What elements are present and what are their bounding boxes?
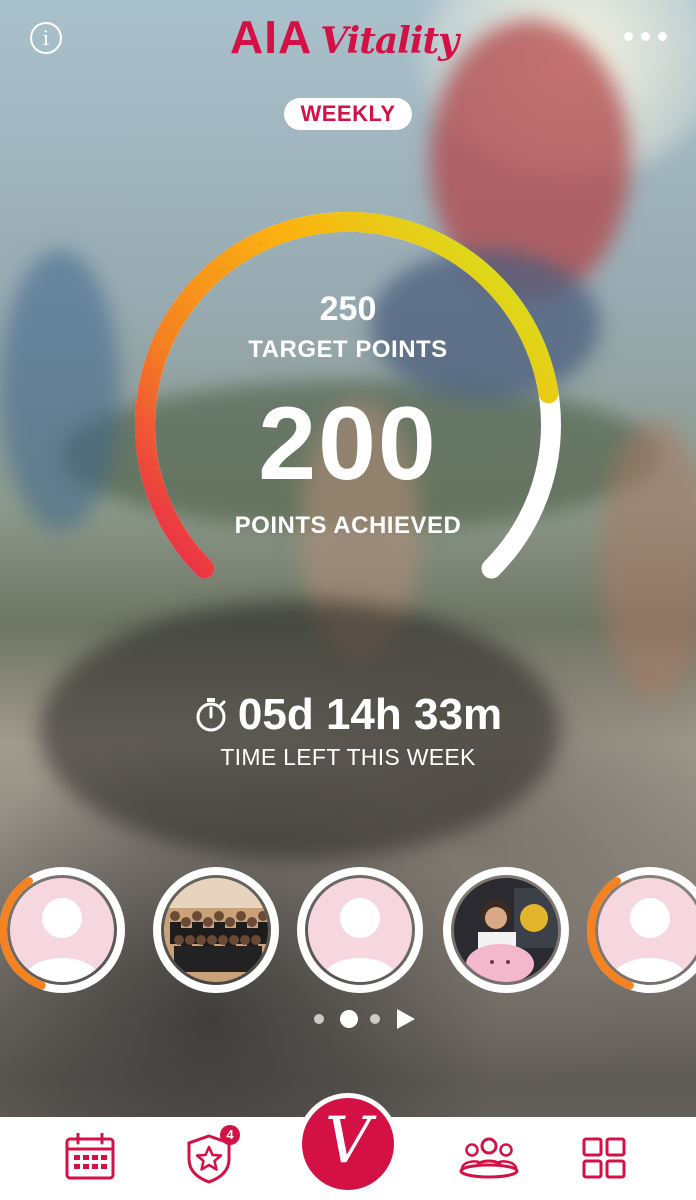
group-photo-icon <box>164 878 268 982</box>
nav-rewards[interactable] <box>160 1117 260 1200</box>
calendar-icon <box>65 1133 115 1180</box>
vitality-v-icon: V <box>324 1104 372 1178</box>
vitality-home-button[interactable]: V <box>302 1098 394 1190</box>
default-avatar-icon <box>598 878 696 982</box>
friend-avatar[interactable] <box>152 866 280 994</box>
time-left: 05d 14h 33m <box>0 690 696 740</box>
friend-avatar[interactable] <box>0 866 126 994</box>
target-points-label: TARGET POINTS <box>248 336 448 363</box>
time-left-label: TIME LEFT THIS WEEK <box>220 744 476 770</box>
points-achieved-value: 200 <box>258 386 438 502</box>
stopwatch-icon <box>196 698 226 732</box>
group-icon <box>459 1137 519 1179</box>
nav-menu[interactable] <box>554 1117 654 1200</box>
page-dot[interactable] <box>370 1014 380 1024</box>
points-achieved-label: POINTS ACHIEVED <box>234 512 462 539</box>
friend-avatar[interactable] <box>442 866 570 994</box>
friend-avatar[interactable] <box>296 866 424 994</box>
page-dot[interactable] <box>314 1014 324 1024</box>
person-photo-icon <box>454 878 558 982</box>
carousel-pagination <box>312 1008 422 1030</box>
grid-icon <box>582 1137 626 1179</box>
target-points-value: 250 <box>319 290 377 328</box>
chevron-right-icon[interactable] <box>397 1009 415 1029</box>
page-dot-active[interactable] <box>340 1010 358 1028</box>
time-left-value: 05d 14h 33m <box>237 690 503 739</box>
nav-community[interactable] <box>440 1117 540 1200</box>
friend-avatar[interactable] <box>586 866 696 994</box>
nav-calendar[interactable] <box>40 1117 140 1200</box>
default-avatar-icon <box>10 878 114 982</box>
default-avatar-icon <box>308 878 412 982</box>
rewards-badge: 4 <box>220 1125 240 1145</box>
